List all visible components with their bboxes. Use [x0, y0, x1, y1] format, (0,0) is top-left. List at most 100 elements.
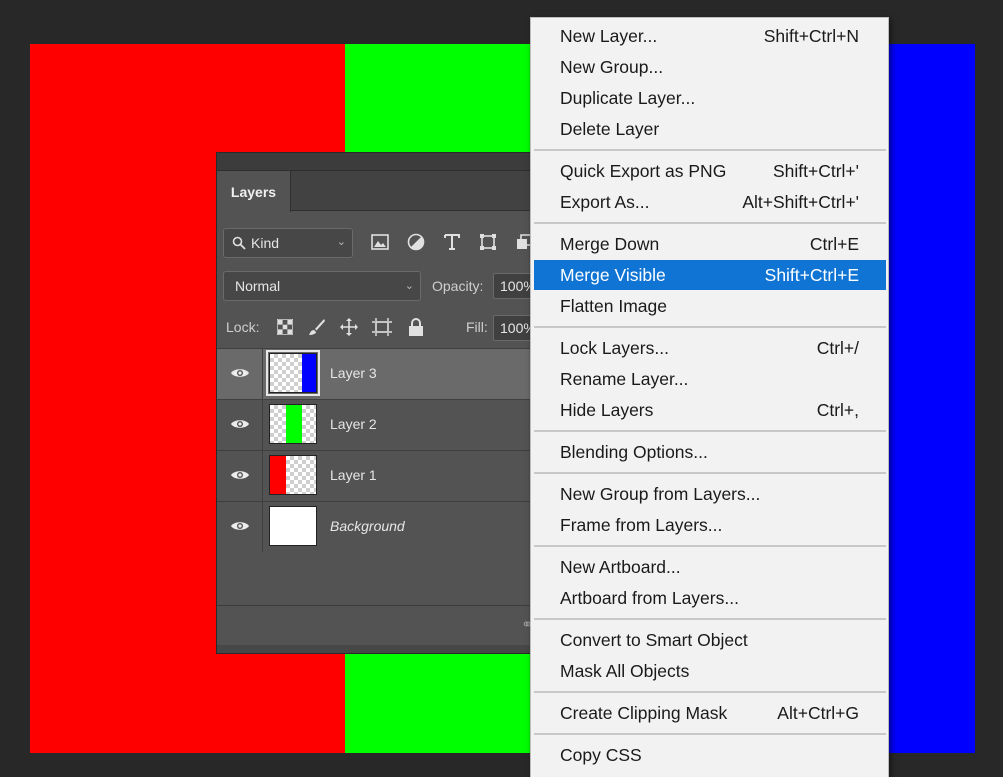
fill-label: Fill:: [466, 319, 488, 335]
menu-item-shortcut: Shift+Ctrl+E: [764, 265, 859, 285]
menu-separator: [534, 222, 886, 224]
menu-item-shortcut: Alt+Ctrl+G: [777, 703, 859, 723]
menu-item-convert-to-smart-object[interactable]: Convert to Smart Object: [534, 625, 886, 655]
visibility-toggle[interactable]: [217, 451, 263, 501]
menu-separator: [534, 733, 886, 735]
menu-item-export-as[interactable]: Export As... Alt+Shift+Ctrl+': [534, 187, 886, 217]
menu-item-label: New Layer...: [560, 26, 658, 46]
lock-label: Lock:: [226, 319, 260, 335]
menu-item-shortcut: Shift+Ctrl+N: [763, 26, 859, 46]
blend-mode-select[interactable]: Normal ⌄: [223, 271, 421, 301]
menu-item-new-group-from-layers[interactable]: New Group from Layers...: [534, 479, 886, 509]
layer-thumbnail: [269, 404, 317, 444]
search-icon: [232, 236, 246, 250]
menu-separator: [534, 618, 886, 620]
eye-icon: [230, 468, 250, 484]
menu-item-label: Lock Layers...: [560, 338, 669, 358]
lock-transparent-pixels-icon[interactable]: [275, 317, 295, 337]
layer-name[interactable]: Layer 3: [330, 365, 377, 381]
eye-icon: [230, 417, 250, 433]
visibility-toggle[interactable]: [217, 400, 263, 450]
menu-item-label: Export As...: [560, 192, 650, 212]
visibility-toggle[interactable]: [217, 349, 263, 399]
menu-item-shortcut: Alt+Shift+Ctrl+': [742, 192, 859, 212]
image-filter-icon[interactable]: [369, 231, 391, 253]
layer-name[interactable]: Background: [330, 518, 405, 534]
menu-item-mask-all-objects[interactable]: Mask All Objects: [534, 656, 886, 686]
lock-position-icon[interactable]: [339, 317, 359, 337]
layer-context-menu: New Layer... Shift+Ctrl+N New Group... Dupl…: [530, 17, 889, 777]
menu-item-frame-from-layers[interactable]: Frame from Layers...: [534, 510, 886, 540]
menu-separator: [534, 430, 886, 432]
menu-item-delete-layer[interactable]: Delete Layer: [534, 114, 886, 144]
menu-item-copy-css[interactable]: Copy CSS: [534, 740, 886, 770]
menu-item-label: Merge Visible: [560, 265, 666, 285]
menu-item-label: New Group from Layers...: [560, 484, 761, 504]
menu-item-hide-layers[interactable]: Hide Layers Ctrl+,: [534, 395, 886, 425]
menu-item-new-layer[interactable]: New Layer... Shift+Ctrl+N: [534, 21, 886, 51]
layer-row[interactable]: Layer 3: [217, 348, 545, 399]
menu-item-label: Copy CSS: [560, 745, 642, 765]
visibility-toggle[interactable]: [217, 502, 263, 552]
lock-all-icon[interactable]: [406, 317, 426, 337]
panel-resize-bar[interactable]: [217, 645, 545, 653]
menu-item-label: Quick Export as PNG: [560, 161, 727, 181]
tab-layers[interactable]: Layers: [217, 171, 291, 212]
menu-item-rename-layer[interactable]: Rename Layer...: [534, 364, 886, 394]
opacity-label: Opacity:: [432, 278, 484, 294]
menu-item-quick-export-as-png[interactable]: Quick Export as PNG Shift+Ctrl+': [534, 156, 886, 186]
layers-panel: Layers Kind ⌄ Normal ⌄ Opacity: 100% Loc…: [216, 152, 546, 654]
menu-separator: [534, 545, 886, 547]
menu-item-create-clipping-mask[interactable]: Create Clipping Mask Alt+Ctrl+G: [534, 698, 886, 728]
menu-item-label: Rename Layer...: [560, 369, 689, 389]
lock-row: Lock: Fill: 100%: [217, 307, 545, 349]
chevron-down-icon: ⌄: [336, 236, 346, 248]
type-filter-icon[interactable]: [441, 231, 463, 253]
panel-title-bar[interactable]: [217, 153, 545, 171]
layer-row[interactable]: Layer 2: [217, 399, 545, 450]
layer-thumbnail: [269, 455, 317, 495]
menu-item-new-group[interactable]: New Group...: [534, 52, 886, 82]
menu-item-duplicate-layer[interactable]: Duplicate Layer...: [534, 83, 886, 113]
menu-item-label: Flatten Image: [560, 296, 667, 316]
menu-item-shortcut: Ctrl+E: [809, 234, 859, 254]
menu-item-blending-options[interactable]: Blending Options...: [534, 437, 886, 467]
layer-row[interactable]: Layer 1: [217, 450, 545, 501]
filter-kind-select[interactable]: Kind ⌄: [223, 228, 353, 258]
menu-item-merge-visible[interactable]: Merge Visible Shift+Ctrl+E: [534, 260, 886, 290]
menu-item-label: Create Clipping Mask: [560, 703, 728, 723]
menu-item-label: Convert to Smart Object: [560, 630, 748, 650]
eye-icon: [230, 519, 250, 535]
menu-item-merge-down[interactable]: Merge Down Ctrl+E: [534, 229, 886, 259]
menu-item-label: Frame from Layers...: [560, 515, 723, 535]
adjustment-filter-icon[interactable]: [405, 231, 427, 253]
menu-item-label: Artboard from Layers...: [560, 588, 739, 608]
menu-item-label: New Group...: [560, 57, 664, 77]
menu-item-new-artboard[interactable]: New Artboard...: [534, 552, 886, 582]
menu-item-artboard-from-layers[interactable]: Artboard from Layers...: [534, 583, 886, 613]
menu-item-flatten-image[interactable]: Flatten Image: [534, 291, 886, 321]
layer-filter-row: Kind ⌄: [217, 223, 545, 265]
menu-item-label: New Artboard...: [560, 557, 681, 577]
layer-thumbnail: [266, 350, 320, 396]
menu-separator: [534, 472, 886, 474]
blend-mode-value: Normal: [235, 278, 281, 294]
layer-row[interactable]: Background: [217, 501, 545, 552]
menu-separator: [534, 691, 886, 693]
lock-image-pixels-icon[interactable]: [307, 317, 327, 337]
menu-item-shortcut: Shift+Ctrl+': [772, 161, 859, 181]
shape-filter-icon[interactable]: [477, 231, 499, 253]
menu-item-lock-layers[interactable]: Lock Layers... Ctrl+/: [534, 333, 886, 363]
panel-tab-row: Layers: [217, 171, 545, 212]
menu-item-label: Merge Down: [560, 234, 660, 254]
filter-kind-label: Kind: [251, 235, 280, 251]
menu-item-label: Delete Layer: [560, 119, 660, 139]
menu-item-label: Blending Options...: [560, 442, 708, 462]
menu-item-label: Mask All Objects: [560, 661, 690, 681]
layer-name[interactable]: Layer 2: [330, 416, 377, 432]
blend-row: Normal ⌄ Opacity: 100%: [217, 267, 545, 309]
layer-name[interactable]: Layer 1: [330, 467, 377, 483]
layer-thumbnail: [269, 506, 317, 546]
lock-artboard-icon[interactable]: [372, 317, 392, 337]
menu-item-label: Duplicate Layer...: [560, 88, 696, 108]
